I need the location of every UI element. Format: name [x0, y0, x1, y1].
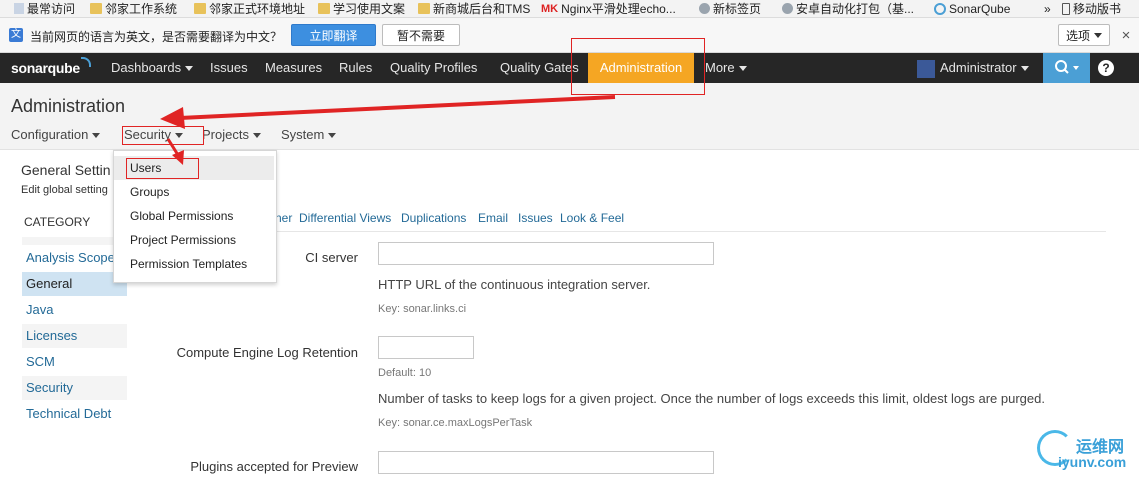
annotation-arrow-long: [179, 95, 616, 120]
annotation-arrows: [160, 95, 616, 165]
annotation-arrowhead-long: [160, 107, 185, 129]
watermark-url: iyunv.com: [1058, 454, 1127, 470]
annotation-arrow-short: [166, 138, 180, 156]
